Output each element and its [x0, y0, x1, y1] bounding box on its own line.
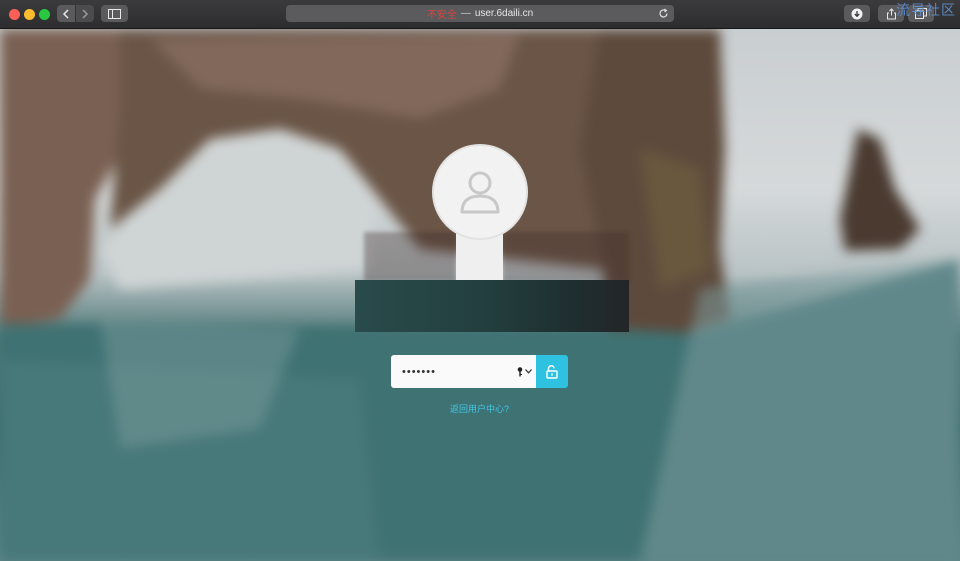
sidebar-toggle-button[interactable] [101, 5, 128, 22]
reload-icon[interactable] [658, 8, 669, 19]
zoom-window-button[interactable] [39, 9, 50, 20]
sidebar-icon [108, 8, 121, 19]
back-button[interactable] [57, 5, 75, 22]
username-redacted-block [355, 280, 629, 332]
downloads-button[interactable] [844, 5, 870, 22]
close-window-button[interactable] [9, 9, 20, 20]
minimize-window-button[interactable] [24, 9, 35, 20]
address-bar[interactable]: 不安全 — user.6daili.cn [286, 5, 674, 22]
user-avatar [432, 144, 528, 240]
avatar-shadow-left [364, 232, 456, 282]
insecure-label: 不安全 [426, 10, 457, 21]
password-field[interactable]: ••••••• [391, 355, 536, 388]
back-to-user-center-link[interactable]: 返回用户中心? [391, 402, 568, 415]
address-domain: user.6daili.cn [474, 8, 534, 19]
avatar-shadow-right [503, 232, 629, 282]
watermark-text: 流导社区 [896, 2, 956, 18]
unlock-form: ••••••• [391, 355, 568, 388]
share-icon [886, 7, 896, 19]
address-separator: — [460, 8, 471, 19]
chevron-down-icon[interactable] [525, 369, 532, 374]
unlock-button[interactable] [536, 355, 568, 388]
key-icon[interactable] [517, 367, 523, 377]
download-icon [851, 8, 863, 19]
password-value: ••••••• [402, 365, 436, 378]
chevron-right-icon [82, 8, 89, 19]
forward-button[interactable] [76, 5, 94, 22]
chevron-left-icon [62, 8, 69, 19]
user-avatar-icon [460, 171, 500, 214]
browser-toolbar: 不安全 — user.6daili.cn 流导社区 [0, 0, 960, 29]
unlock-icon [546, 364, 558, 379]
